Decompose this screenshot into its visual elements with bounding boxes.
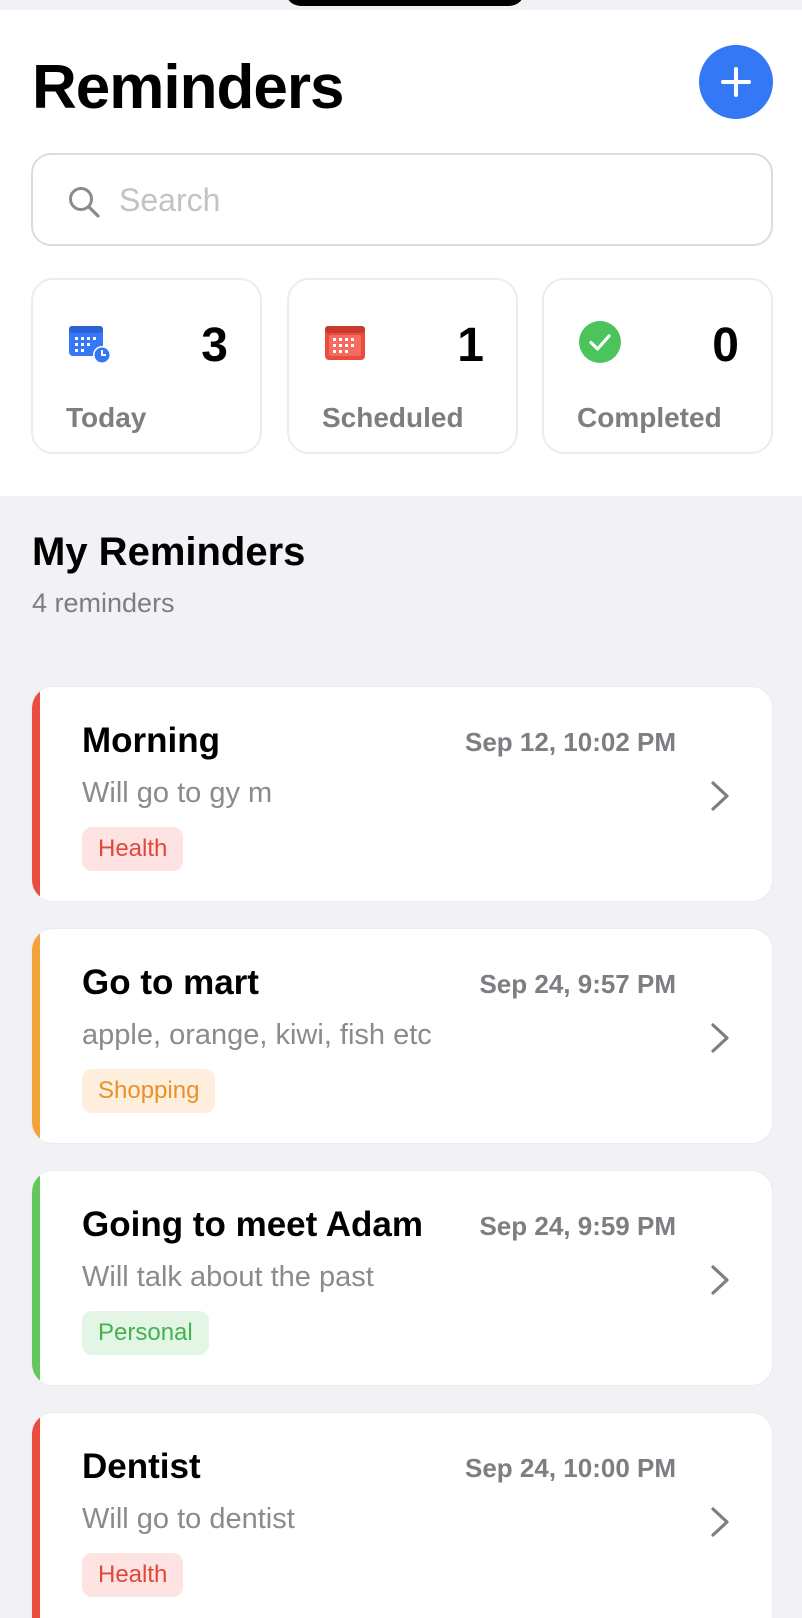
stat-label: Completed bbox=[577, 402, 722, 433]
device-notch bbox=[285, 0, 525, 6]
search-input[interactable] bbox=[119, 173, 719, 228]
chevron-right-icon bbox=[711, 1265, 729, 1295]
category-accent-bar bbox=[32, 929, 40, 1143]
reminder-date: Sep 24, 10:00 PM bbox=[465, 1453, 676, 1483]
reminder-date: Sep 24, 9:57 PM bbox=[479, 969, 676, 999]
reminder-title: Going to meet Adam bbox=[82, 1205, 423, 1244]
reminder-date: Sep 12, 10:02 PM bbox=[465, 727, 676, 757]
chevron-right-icon bbox=[711, 1023, 729, 1053]
reminder-card[interactable]: Go to mart Sep 24, 9:57 PM apple, orange… bbox=[31, 928, 773, 1144]
reminder-title: Dentist bbox=[82, 1447, 201, 1486]
reminder-description: Will go to dentist bbox=[82, 1503, 295, 1535]
reminder-title: Go to mart bbox=[82, 963, 259, 1002]
stat-count: 3 bbox=[201, 319, 228, 372]
reminder-date: Sep 24, 9:59 PM bbox=[479, 1211, 676, 1241]
stat-label: Today bbox=[66, 402, 147, 433]
reminder-card[interactable]: Going to meet Adam Sep 24, 9:59 PM Will … bbox=[31, 1170, 773, 1386]
page-title: Reminders bbox=[32, 53, 344, 122]
search-icon bbox=[69, 187, 100, 218]
reminder-description: Will go to gy m bbox=[82, 777, 273, 809]
category-tag: Personal bbox=[82, 1311, 209, 1355]
checkmark-circle-icon bbox=[579, 321, 621, 363]
chevron-right-icon bbox=[711, 1507, 729, 1537]
section-subtitle: 4 reminders bbox=[32, 588, 175, 618]
reminder-description: Will talk about the past bbox=[82, 1261, 374, 1293]
search-bar[interactable] bbox=[31, 153, 773, 246]
reminder-card[interactable]: Morning Sep 12, 10:02 PM Will go to gy m… bbox=[31, 686, 773, 902]
header: Reminders 3 Today bbox=[0, 10, 802, 496]
category-tag: Health bbox=[82, 1553, 184, 1597]
stat-count: 1 bbox=[457, 319, 484, 372]
reminder-title: Morning bbox=[82, 721, 221, 760]
calendar-icon bbox=[325, 326, 365, 360]
status-strip bbox=[0, 0, 802, 10]
calendar-clock-icon bbox=[69, 326, 111, 364]
category-tag: Shopping bbox=[82, 1069, 216, 1113]
stat-count: 0 bbox=[712, 319, 739, 372]
category-tag: Health bbox=[82, 827, 184, 871]
stat-card-scheduled[interactable]: 1 Scheduled bbox=[287, 278, 518, 454]
stat-card-today[interactable]: 3 Today bbox=[31, 278, 262, 454]
stat-label: Scheduled bbox=[322, 402, 464, 433]
reminder-card[interactable]: Dentist Sep 24, 10:00 PM Will go to dent… bbox=[31, 1412, 773, 1618]
category-accent-bar bbox=[32, 687, 40, 901]
stat-card-completed[interactable]: 0 Completed bbox=[542, 278, 773, 454]
category-accent-bar bbox=[32, 1171, 40, 1385]
category-accent-bar bbox=[32, 1413, 40, 1618]
reminder-description: apple, orange, kiwi, fish etc bbox=[82, 1019, 432, 1051]
add-reminder-button[interactable] bbox=[699, 45, 773, 119]
section-title: My Reminders bbox=[32, 530, 306, 574]
chevron-right-icon bbox=[711, 781, 729, 811]
